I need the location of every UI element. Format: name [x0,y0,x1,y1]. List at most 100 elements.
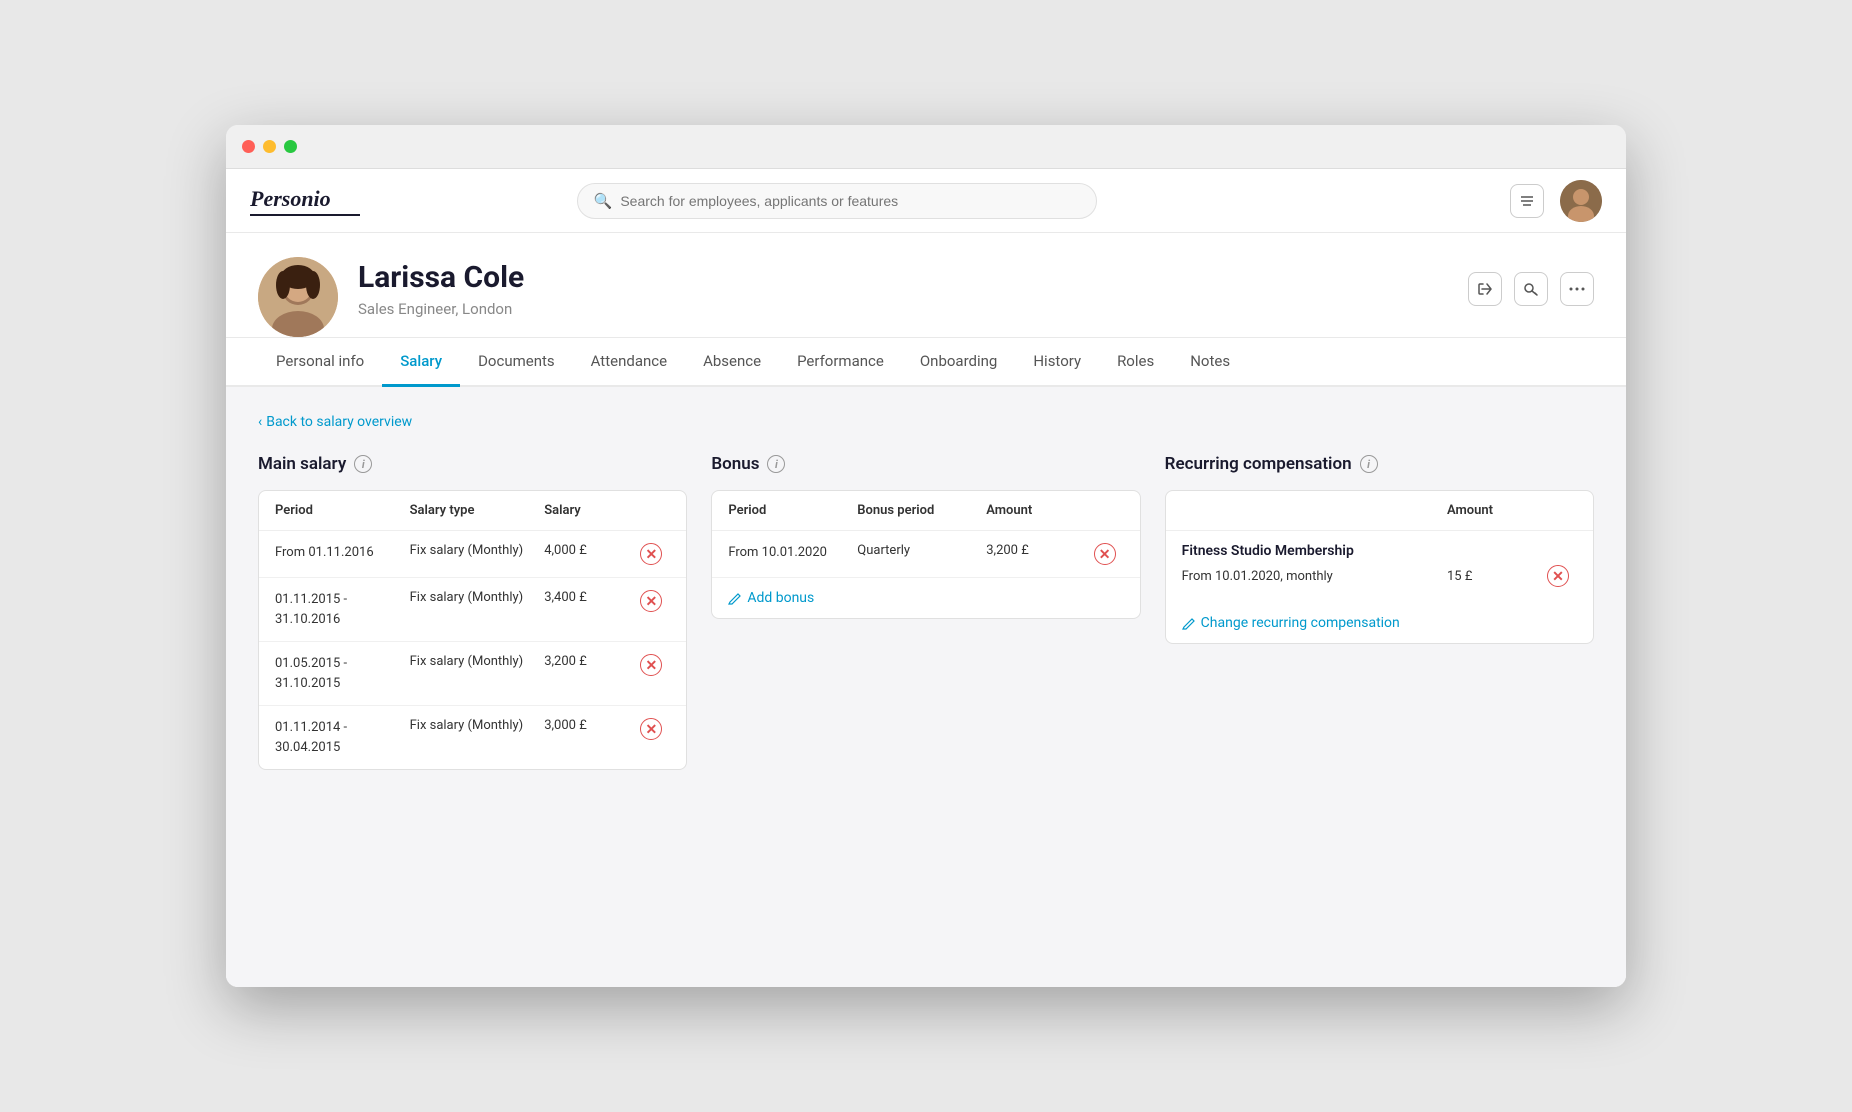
titlebar [226,125,1626,169]
key-icon [1523,281,1539,297]
tab-roles[interactable]: Roles [1099,338,1172,387]
employee-login-button[interactable] [1468,272,1502,306]
col-salary: Salary [544,503,640,518]
recurring-comp-info-icon[interactable]: i [1360,455,1378,473]
search-input[interactable] [620,193,1079,209]
employee-header: Larissa Cole Sales Engineer, London [226,233,1626,338]
more-icon [1569,287,1585,291]
salary-amount: 4,000 £ [544,543,640,558]
login-icon [1477,281,1493,297]
main-salary-title: Main salary i [258,454,687,474]
salary-type: Fix salary (Monthly) [410,590,545,605]
main-salary-info-icon[interactable]: i [354,455,372,473]
salary-amount: 3,000 £ [544,718,640,733]
employee-more-button[interactable] [1560,272,1594,306]
salary-row: 01.11.2014 - 30.04.2015 Fix salary (Mont… [259,706,686,769]
bonus-period: From 10.01.2020 [728,543,857,563]
bonus-col-amount: Amount [986,503,1093,518]
main-salary-title-text: Main salary [258,454,346,474]
recurring-comp-table: Amount Fitness Studio Membership From 10… [1165,490,1594,644]
tab-absence[interactable]: Absence [685,338,779,387]
salary-period: 01.11.2015 - 31.10.2016 [275,590,410,629]
search-bar: 🔍 [577,183,1097,219]
tab-history[interactable]: History [1015,338,1099,387]
remove-salary-0-button[interactable]: ✕ [640,543,662,565]
back-to-salary-link[interactable]: ‹ Back to salary overview [258,414,412,430]
tab-attendance[interactable]: Attendance [573,338,685,387]
tab-salary[interactable]: Salary [382,338,460,387]
employee-avatar [258,257,338,337]
salary-amount: 3,400 £ [544,590,640,605]
main-content: ‹ Back to salary overview Main salary i … [226,387,1626,987]
col-salary-type: Salary type [410,503,545,518]
salary-type: Fix salary (Monthly) [410,654,545,669]
main-salary-section: Main salary i Period Salary type Salary … [258,454,687,770]
search-icon: 🔍 [594,192,613,210]
bonus-period-type: Quarterly [857,543,986,558]
salary-row: 01.05.2015 - 31.10.2015 Fix salary (Mont… [259,642,686,706]
bonus-header: Period Bonus period Amount [712,491,1139,531]
nav-right [1510,180,1602,222]
remove-bonus-0-button[interactable]: ✕ [1094,543,1116,565]
change-recurring-compensation-link[interactable]: Change recurring compensation [1166,603,1416,643]
tab-notes[interactable]: Notes [1172,338,1248,387]
user-avatar[interactable] [1560,180,1602,222]
pencil-icon [728,592,741,605]
bonus-info-icon[interactable]: i [767,455,785,473]
logo: Personio [250,186,360,216]
maximize-button[interactable] [284,140,297,153]
bonus-col-period: Period [728,503,857,518]
tab-onboarding[interactable]: Onboarding [902,338,1016,387]
tabs-bar: Personal info Salary Documents Attendanc… [226,338,1626,387]
salary-row: From 01.11.2016 Fix salary (Monthly) 4,0… [259,531,686,578]
minimize-button[interactable] [263,140,276,153]
recurring-item: Fitness Studio Membership From 10.01.202… [1166,531,1593,603]
filter-icon [1519,193,1535,209]
recurring-item-name: Fitness Studio Membership [1182,543,1577,559]
recurring-item-period: From 10.01.2020, monthly [1182,569,1447,584]
recurring-item-amount: 15 £ [1447,569,1547,584]
add-bonus-link[interactable]: Add bonus [712,578,830,618]
bonus-amount: 3,200 £ [986,543,1093,558]
app-window: Personio 🔍 [226,125,1626,987]
remove-recurring-0-button[interactable]: ✕ [1547,565,1569,587]
bonus-row: From 10.01.2020 Quarterly 3,200 £ ✕ [712,531,1139,578]
recurring-comp-title: Recurring compensation i [1165,454,1594,474]
traffic-lights [242,140,297,153]
col-period: Period [275,503,410,518]
nav-filter-button[interactable] [1510,184,1544,218]
tab-performance[interactable]: Performance [779,338,902,387]
employee-actions [1468,272,1594,322]
change-recurring-label: Change recurring compensation [1201,615,1400,631]
recurring-item-row: From 10.01.2020, monthly 15 £ ✕ [1182,565,1577,599]
remove-salary-1-button[interactable]: ✕ [640,590,662,612]
salary-type: Fix salary (Monthly) [410,718,545,733]
bonus-section: Bonus i Period Bonus period Amount From … [711,454,1140,770]
user-avatar-image [1560,180,1602,222]
salary-period: From 01.11.2016 [275,543,410,563]
recurring-comp-title-text: Recurring compensation [1165,454,1352,474]
edit-icon [1182,617,1195,630]
main-salary-table: Period Salary type Salary From 01.11.201… [258,490,687,770]
salary-row: 01.11.2015 - 31.10.2016 Fix salary (Mont… [259,578,686,642]
app-body: Personio 🔍 [226,169,1626,987]
bonus-title-text: Bonus [711,454,759,474]
employee-name: Larissa Cole [358,260,1448,296]
employee-photo [258,257,338,337]
add-bonus-label: Add bonus [747,590,814,606]
salary-sections: Main salary i Period Salary type Salary … [258,454,1594,770]
recurring-compensation-section: Recurring compensation i Amount Fitness … [1165,454,1594,770]
bonus-col-period-type: Bonus period [857,503,986,518]
remove-salary-2-button[interactable]: ✕ [640,654,662,676]
close-button[interactable] [242,140,255,153]
tab-documents[interactable]: Documents [460,338,573,387]
employee-key-button[interactable] [1514,272,1548,306]
salary-amount: 3,200 £ [544,654,640,669]
remove-salary-3-button[interactable]: ✕ [640,718,662,740]
bonus-title: Bonus i [711,454,1140,474]
top-nav: Personio 🔍 [226,169,1626,233]
employee-info: Larissa Cole Sales Engineer, London [358,260,1448,334]
tab-personal-info[interactable]: Personal info [258,338,382,387]
recurring-comp-header: Amount [1166,491,1593,531]
salary-period: 01.11.2014 - 30.04.2015 [275,718,410,757]
